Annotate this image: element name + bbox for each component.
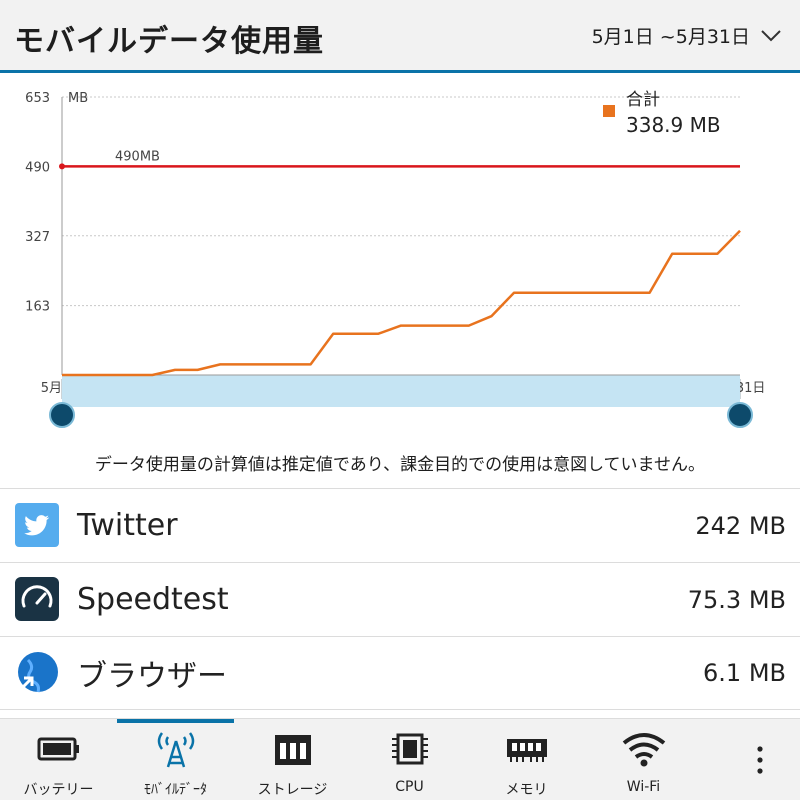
nav-label: メモリ: [505, 782, 548, 798]
threshold-label: 490MB: [115, 149, 160, 164]
date-range-label: 5月1日 ~5月31日: [591, 26, 750, 48]
battery-icon: [37, 737, 79, 761]
nav-label: ストレージ: [257, 782, 328, 798]
header: モバイルデータ使用量 5月1日 ~5月31日: [0, 0, 800, 73]
app-name: Speedtest: [77, 582, 229, 617]
twitter-icon: [15, 503, 59, 547]
storage-icon: [274, 735, 311, 765]
more-vertical-icon: [757, 746, 763, 774]
app-usage-value: 242 MB: [695, 511, 786, 540]
threshold-marker: [59, 163, 65, 170]
nav-label: CPU: [395, 779, 424, 795]
memory-icon: [506, 739, 547, 762]
y-tick-label: 163: [25, 300, 50, 315]
page-title: モバイルデータ使用量: [14, 24, 324, 59]
wifi-icon: [622, 733, 665, 767]
legend-swatch: [603, 105, 615, 117]
nav-label: ﾓﾊﾞｲﾙﾃﾞｰﾀ: [144, 782, 207, 798]
speedtest-icon: [15, 577, 59, 621]
nav-tab-storage[interactable]: ストレージ: [234, 719, 351, 800]
date-range-selector[interactable]: 5月1日 ~5月31日: [592, 22, 782, 49]
y-unit-label: MB: [68, 91, 88, 106]
browser-icon: [15, 652, 58, 695]
antenna-icon: [157, 732, 194, 768]
y-tick-label: 327: [25, 230, 50, 245]
app-row-speedtest[interactable]: Speedtest 75.3 MB: [0, 562, 800, 636]
y-tick-label: 490: [25, 160, 50, 175]
range-end-handle[interactable]: [727, 402, 753, 428]
legend-total: 338.9 MB: [626, 113, 721, 137]
nav-tab-battery[interactable]: バッテリー: [0, 719, 117, 800]
nav-label: Wi-Fi: [626, 779, 661, 795]
chevron-down-icon: [761, 29, 781, 41]
usage-series-line: [62, 229, 741, 377]
app-usage-value: 6.1 MB: [703, 659, 786, 687]
app-usage-value: 75.3 MB: [687, 585, 786, 614]
y-tick-label: 653: [25, 91, 50, 106]
nav-tab-wifi[interactable]: Wi-Fi: [585, 719, 702, 800]
date-range-band: [62, 375, 740, 407]
nav-label: バッテリー: [23, 782, 94, 798]
app-row-twitter[interactable]: Twitter 242 MB: [0, 488, 800, 562]
app-name: Twitter: [77, 508, 178, 543]
bottom-nav: バッテリー ﾓﾊﾞｲﾙﾃﾞｰﾀ ストレージ CPU メモリ Wi-Fi: [0, 718, 800, 800]
app-row-browser[interactable]: ブラウザー 6.1 MB: [0, 636, 800, 710]
estimate-disclaimer: データ使用量の計算値は推定値であり、課金目的での使用は意図していません。: [94, 455, 706, 475]
more-options-button[interactable]: [740, 719, 780, 800]
usage-chart: 163327490653MB5月1日5月9日5月16日5月24日5月31日 49…: [0, 73, 800, 443]
cpu-icon: [391, 733, 428, 765]
nav-tab-memory[interactable]: メモリ: [468, 719, 585, 800]
range-start-handle[interactable]: [49, 402, 75, 428]
nav-tab-mobile-data[interactable]: ﾓﾊﾞｲﾙﾃﾞｰﾀ: [117, 719, 234, 800]
app-name: ブラウザー: [77, 659, 227, 694]
active-tab-indicator: [117, 719, 234, 723]
app-usage-list: Twitter 242 MB Speedtest 75.3 MB ブラウザー 6…: [0, 488, 800, 710]
nav-tab-cpu[interactable]: CPU: [351, 719, 468, 800]
usage-chart-svg: 163327490653MB5月1日5月9日5月16日5月24日5月31日 49…: [25, 90, 765, 428]
legend-name: 合計: [626, 90, 660, 110]
